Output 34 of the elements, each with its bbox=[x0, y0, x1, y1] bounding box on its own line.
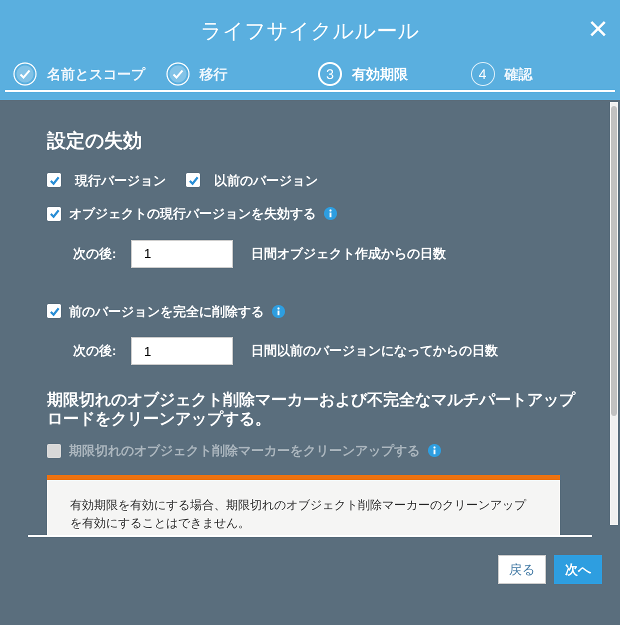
days-unit: 日間以前のバージョンになってからの日数 bbox=[251, 342, 498, 360]
section-heading: 期限切れのオブジェクト削除マーカーおよび不完全なマルチパートアップロードをクリーンアップする。 bbox=[47, 391, 577, 429]
after-label: 次の後: bbox=[73, 342, 118, 360]
days-field[interactable]: 1 bbox=[131, 337, 233, 365]
info-icon[interactable] bbox=[324, 207, 337, 220]
back-button[interactable]: 戻る bbox=[498, 555, 546, 584]
checkbox[interactable] bbox=[47, 206, 61, 221]
step-tab[interactable]: 名前とスコープ bbox=[47, 64, 145, 84]
scrollbar[interactable] bbox=[610, 102, 618, 525]
step-tab[interactable]: 移行 bbox=[200, 64, 228, 84]
checkbox-label: 前のバージョンを完全に削除する bbox=[69, 302, 264, 321]
step-number: 4 bbox=[470, 62, 494, 86]
close-button[interactable]: × bbox=[588, 12, 608, 46]
step-tab[interactable]: 確認 bbox=[504, 64, 532, 84]
step-number: 3 bbox=[318, 62, 342, 86]
next-button[interactable]: 次へ bbox=[554, 555, 602, 584]
section-heading: 設定の失効 bbox=[47, 130, 143, 154]
days-unit: 日間オブジェクト作成からの日数 bbox=[251, 244, 446, 263]
check-circle-icon bbox=[166, 62, 190, 86]
checkbox-label: オブジェクトの現行バージョンを失効する bbox=[69, 205, 316, 223]
checkbox[interactable] bbox=[47, 304, 61, 318]
checkbox[interactable] bbox=[186, 173, 200, 188]
checkbox[interactable] bbox=[47, 173, 61, 188]
days-field[interactable]: 1 bbox=[131, 240, 233, 268]
step-tab[interactable]: 有効期限 bbox=[352, 64, 408, 84]
checkbox-label: 以前のバージョン bbox=[214, 172, 318, 190]
warning-text: 有効期限を有効にする場合、期限切れのオブジェクト削除マーカーのクリーンアップを有効にすることはできません。 bbox=[70, 496, 528, 532]
window-title: ライフサイクルルール bbox=[200, 19, 420, 46]
info-icon[interactable] bbox=[272, 304, 285, 318]
check-circle-icon bbox=[13, 62, 37, 86]
checkbox-label: 現行バージョン bbox=[75, 172, 166, 190]
checkbox-label: 期限切れのオブジェクト削除マーカーをクリーンアップする bbox=[69, 442, 420, 460]
after-label: 次の後: bbox=[73, 244, 118, 263]
info-icon[interactable] bbox=[428, 444, 441, 458]
